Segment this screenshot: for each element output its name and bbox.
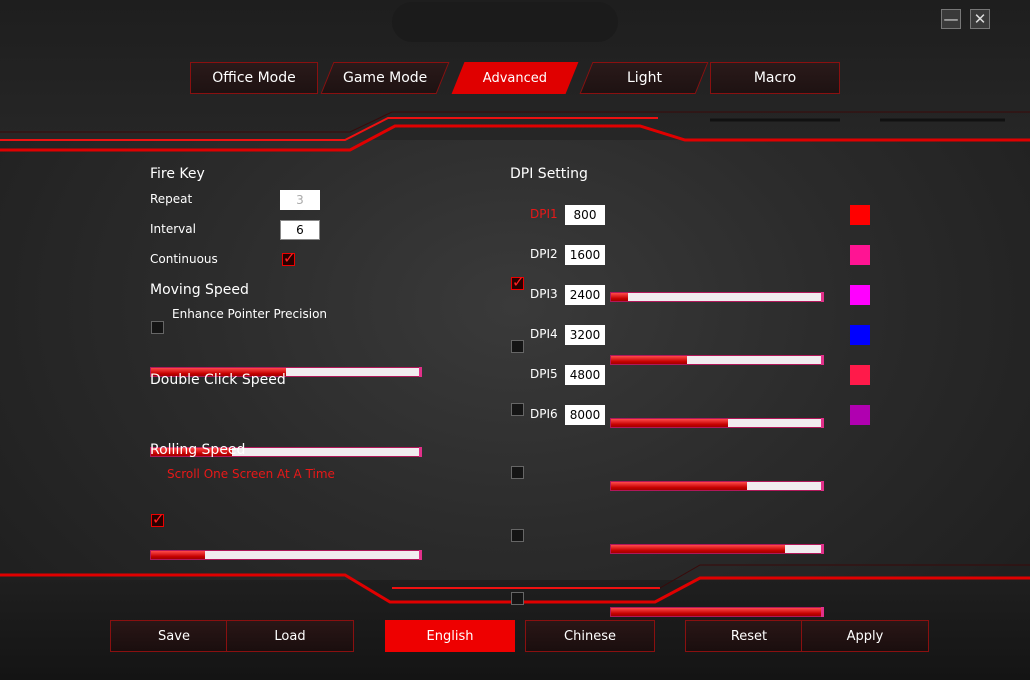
slider-fill <box>611 482 747 490</box>
english-button[interactable]: English <box>385 620 515 652</box>
dpi-label: DPI6 <box>530 407 558 421</box>
dpi-label: DPI3 <box>530 287 558 301</box>
tab-office-mode[interactable]: Office Mode <box>190 62 318 94</box>
slider-end-cap <box>821 355 824 365</box>
save-label: Save <box>158 628 190 644</box>
dpi-color-swatch[interactable] <box>850 245 870 265</box>
rolling-speed-title: Rolling Speed <box>150 442 246 458</box>
tab-label: Macro <box>753 70 797 86</box>
dpi-color-swatch[interactable] <box>850 285 870 305</box>
reset-label: Reset <box>730 628 768 644</box>
slider-end-cap <box>821 607 824 617</box>
slider-fill <box>611 356 688 364</box>
slider-end-cap <box>419 447 422 457</box>
rolling-speed-slider[interactable] <box>150 550 422 560</box>
dpi-slider[interactable] <box>610 544 824 554</box>
dpi-color-swatch[interactable] <box>850 365 870 385</box>
enhance-pointer-checkbox[interactable] <box>151 321 164 334</box>
close-icon: ✕ <box>973 9 987 28</box>
minimize-button[interactable]: — <box>941 9 961 29</box>
dpi-checkbox[interactable] <box>511 466 524 479</box>
dpi-slider[interactable] <box>610 481 824 491</box>
double-click-title: Double Click Speed <box>150 372 286 388</box>
tab-label: Light <box>626 70 662 86</box>
continuous-checkbox[interactable] <box>282 249 296 267</box>
tab-game-mode[interactable]: Game Mode <box>320 62 450 94</box>
chinese-button[interactable]: Chinese <box>525 620 655 652</box>
dpi-color-swatch[interactable] <box>850 405 870 425</box>
dpi-label: DPI4 <box>530 327 558 341</box>
dpi-slider[interactable] <box>610 607 824 617</box>
dpi-label: DPI2 <box>530 247 558 261</box>
dpi-value-input[interactable]: 3200 <box>565 325 605 345</box>
minimize-icon: — <box>943 9 959 28</box>
tab-macro[interactable]: Macro <box>710 62 840 94</box>
dpi-slider[interactable] <box>610 355 824 365</box>
dpi-slider[interactable] <box>610 292 824 302</box>
slider-end-cap <box>821 544 824 554</box>
tab-label: Advanced <box>482 70 548 86</box>
continuous-label: Continuous <box>150 252 218 266</box>
slider-end-cap <box>419 550 422 560</box>
dpi-label: DPI1 <box>530 207 558 221</box>
dpi-value-input[interactable]: 8000 <box>565 405 605 425</box>
slider-fill <box>611 545 785 553</box>
interval-label: Interval <box>150 222 196 236</box>
dpi-color-swatch[interactable] <box>850 325 870 345</box>
reset-button[interactable]: Reset <box>685 620 813 652</box>
load-button[interactable]: Load <box>226 620 354 652</box>
tab-label: Game Mode <box>342 70 428 86</box>
dpi-value-input[interactable]: 1600 <box>565 245 605 265</box>
slider-end-cap <box>821 481 824 491</box>
dpi-value-input[interactable]: 2400 <box>565 285 605 305</box>
fire-key-title: Fire Key <box>150 166 205 182</box>
moving-speed-title: Moving Speed <box>150 282 249 298</box>
dpi-checkbox[interactable] <box>511 529 524 542</box>
slider-fill <box>151 551 205 559</box>
dpi-checkbox[interactable] <box>511 340 524 353</box>
slider-fill <box>611 419 728 427</box>
slider-end-cap <box>821 292 824 302</box>
close-button[interactable]: ✕ <box>970 9 990 29</box>
slider-fill <box>611 293 628 301</box>
slider-end-cap <box>419 367 422 377</box>
load-label: Load <box>274 628 306 644</box>
dpi-label: DPI5 <box>530 367 558 381</box>
apply-button[interactable]: Apply <box>801 620 929 652</box>
repeat-input[interactable]: 3 <box>280 190 320 210</box>
repeat-label: Repeat <box>150 192 193 206</box>
scroll-screen-checkbox[interactable] <box>151 510 165 528</box>
scroll-screen-label: Scroll One Screen At A Time <box>167 467 335 481</box>
chinese-label: Chinese <box>564 628 616 644</box>
dpi-setting-title: DPI Setting <box>510 166 588 182</box>
english-label: English <box>426 628 474 644</box>
dpi-slider[interactable] <box>610 418 824 428</box>
dpi-value-input[interactable]: 4800 <box>565 365 605 385</box>
apply-label: Apply <box>846 628 884 644</box>
tab-label: Office Mode <box>212 70 296 86</box>
dpi-checkbox[interactable] <box>511 273 525 291</box>
tab-light[interactable]: Light <box>579 62 709 94</box>
dpi-color-swatch[interactable] <box>850 205 870 225</box>
dpi-checkbox[interactable] <box>511 403 524 416</box>
save-button[interactable]: Save <box>110 620 238 652</box>
dpi-value-input[interactable]: 800 <box>565 205 605 225</box>
tab-advanced[interactable]: Advanced <box>451 62 579 94</box>
slider-end-cap <box>821 418 824 428</box>
slider-fill <box>611 608 823 616</box>
enhance-pointer-label: Enhance Pointer Precision <box>172 307 328 321</box>
dpi-checkbox[interactable] <box>511 592 524 605</box>
interval-input[interactable]: 6 <box>280 220 320 240</box>
